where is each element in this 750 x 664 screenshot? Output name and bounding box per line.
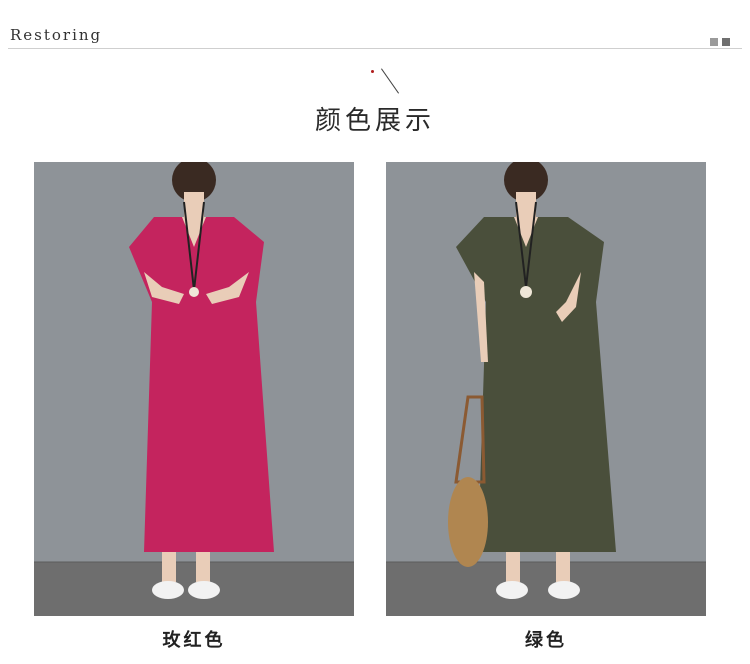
green-dress-illustration (386, 162, 706, 616)
decorative-squares (710, 38, 730, 46)
dress-shape (129, 217, 274, 552)
brand-logo: Restoring (10, 26, 103, 44)
header-rule (8, 48, 742, 49)
section-title: 颜色展示 (314, 106, 435, 136)
product-photo-green (386, 162, 706, 616)
rose-dress-illustration (34, 162, 354, 616)
caption-green: 绿色 (525, 630, 567, 651)
decorative-dot (371, 70, 374, 73)
product-photo-rose (34, 162, 354, 616)
caption-rose-red: 玫红色 (162, 630, 226, 651)
decorative-line (381, 68, 400, 94)
